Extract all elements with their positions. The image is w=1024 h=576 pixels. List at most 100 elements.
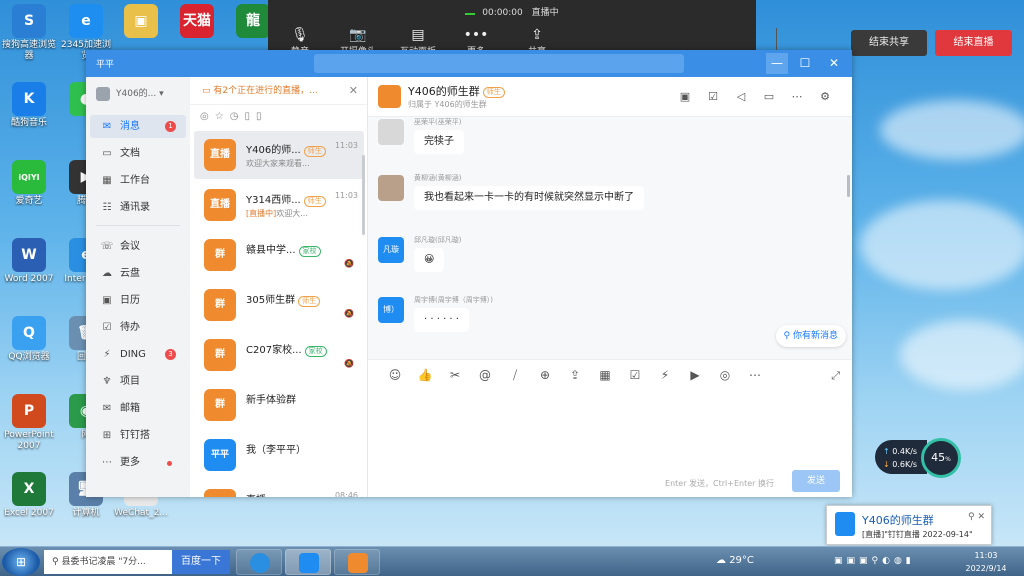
taskbar-dingtalk[interactable] bbox=[285, 549, 331, 575]
close-button[interactable]: ✕ bbox=[823, 53, 845, 74]
weather[interactable]: ☁ 29°C bbox=[716, 555, 754, 566]
announce-icon[interactable]: ◁ bbox=[734, 90, 748, 104]
desktop-icon[interactable]: K 酷狗音乐 bbox=[0, 82, 58, 129]
conversation-item[interactable]: 直播 Y406的师... 师生 11:03 欢迎大家来观看... bbox=[194, 131, 364, 179]
app-icon: 龍 bbox=[236, 4, 270, 38]
star-icon[interactable]: ☆ bbox=[215, 111, 230, 122]
chat-tag: 师生 bbox=[482, 86, 505, 98]
slash-icon[interactable]: ⧸ bbox=[500, 368, 530, 383]
scrollbar[interactable] bbox=[847, 175, 850, 197]
message-bubble[interactable]: 😀 bbox=[414, 248, 445, 272]
taskbar-live[interactable] bbox=[334, 549, 380, 575]
like-icon[interactable]: 👍 bbox=[410, 368, 440, 382]
taskbar-search-input[interactable]: ⚲ 县委书记凌晨 "7分... bbox=[44, 550, 172, 574]
doc-icon[interactable]: ▯ bbox=[244, 111, 256, 122]
desktop-icon[interactable]: ▣ bbox=[112, 4, 170, 40]
nav-item-todo[interactable]: ☑ 待办 bbox=[90, 316, 186, 339]
live-icon[interactable]: ▣ bbox=[678, 90, 692, 104]
nav-item-more[interactable]: ⋯ 更多 bbox=[90, 451, 186, 474]
send-button[interactable]: 发送 bbox=[792, 470, 840, 492]
desktop-icon[interactable]: Q QQ浏览器 bbox=[0, 316, 58, 363]
scrollbar[interactable] bbox=[362, 155, 365, 235]
nav-item-builder[interactable]: ⊞ 钉钉搭 bbox=[90, 424, 186, 447]
sender-avatar[interactable]: 博） bbox=[378, 297, 404, 323]
more-icon[interactable]: ⋯ bbox=[740, 368, 770, 382]
desktop-icon[interactable]: S 搜狗高速浏览器 bbox=[0, 4, 58, 62]
live-notice[interactable]: ▭ 有2个正在进行的直播，... ✕ bbox=[190, 77, 367, 105]
notification-controls[interactable]: ⚲ ✕ bbox=[968, 512, 985, 522]
message-bubble[interactable]: 完犊子 bbox=[414, 130, 464, 154]
new-message-button[interactable]: ⚲ 你有新消息 bbox=[775, 325, 846, 347]
close-icon[interactable]: ✕ bbox=[349, 77, 358, 105]
conversation-time: 11:03 bbox=[334, 191, 358, 200]
conversation-item[interactable]: 直播直播08:46 bbox=[194, 481, 364, 497]
input-toolbar: ☺ 👍 ✂ @ ⧸ ⊕ ⇪ ▦ ☑ ⚡ ▶ ◎ ⋯ bbox=[380, 368, 770, 383]
nav-item-contacts[interactable]: ☷ 通讯录 bbox=[90, 196, 186, 219]
upload-icon[interactable]: ⇪ bbox=[560, 368, 590, 382]
desktop-icon[interactable]: P PowerPoint 2007 bbox=[0, 394, 58, 452]
cloud bbox=[860, 200, 1024, 290]
add-card-icon[interactable]: ⊕ bbox=[530, 368, 560, 382]
clock[interactable]: 11:03 2022/9/14 bbox=[958, 549, 1014, 575]
nav-item-mail[interactable]: ✉ 邮箱 bbox=[90, 397, 186, 420]
todo-icon[interactable]: ☑ bbox=[706, 90, 720, 104]
file-icon[interactable]: ▯ bbox=[256, 111, 268, 122]
nav-item-message[interactable]: ✉ 消息 1 bbox=[90, 115, 186, 138]
ding-icon[interactable]: ⚡ bbox=[650, 368, 680, 382]
folder-icon[interactable]: ▭ bbox=[762, 90, 776, 104]
task-icon[interactable]: ☑ bbox=[620, 368, 650, 382]
scissors-icon[interactable]: ✂ bbox=[440, 368, 470, 382]
desktop-icon[interactable]: X Excel 2007 bbox=[0, 472, 58, 519]
live-notice-text: 有2个正在进行的直播，... bbox=[213, 86, 318, 96]
message-bubble[interactable]: · · · · · · bbox=[414, 308, 469, 332]
system-tray[interactable]: ▣▣▣⚲◐◍▮ bbox=[834, 556, 915, 566]
more-options-icon[interactable]: ⋯ bbox=[790, 90, 804, 104]
user-profile[interactable]: Y406的... ▾ bbox=[96, 86, 164, 101]
end-share-button[interactable]: 结束共享 bbox=[851, 30, 927, 56]
mention-icon[interactable]: @ bbox=[470, 368, 500, 382]
sender-avatar[interactable]: 凡璇 bbox=[378, 237, 404, 263]
expand-icon[interactable]: ⤢ bbox=[831, 369, 840, 383]
calendar-icon[interactable]: ▦ bbox=[590, 368, 620, 382]
sender-avatar[interactable] bbox=[378, 175, 404, 201]
video-icon[interactable]: ▶ bbox=[680, 368, 710, 382]
desktop-icon[interactable]: 天猫 bbox=[168, 4, 226, 40]
desktop-icon[interactable]: iQIYI 爱奇艺 bbox=[0, 160, 58, 207]
chat-title[interactable]: Y406的师生群 师生 bbox=[408, 83, 505, 99]
desktop-icon[interactable]: W Word 2007 bbox=[0, 238, 58, 285]
nav-item-cloud[interactable]: ☁ 云盘 bbox=[90, 262, 186, 285]
avatar bbox=[96, 86, 110, 101]
red-packet-icon[interactable]: ◎ bbox=[710, 368, 740, 382]
nav-item-calendar[interactable]: ▣ 日历 bbox=[90, 289, 186, 312]
at-icon[interactable]: ◎ bbox=[200, 111, 215, 122]
todo-icon: ☑ bbox=[102, 322, 112, 333]
taskbar-ie[interactable] bbox=[236, 549, 282, 575]
history-icon[interactable]: ◷ bbox=[230, 111, 245, 122]
conversation-item[interactable]: 群 C207家校... 家校 🔕 bbox=[194, 331, 364, 379]
conversation-name-text: 新手体验群 bbox=[246, 395, 296, 406]
end-live-button[interactable]: 结束直播 bbox=[935, 30, 1012, 56]
search-bar[interactable] bbox=[314, 54, 684, 73]
message-input-area[interactable]: ☺ 👍 ✂ @ ⧸ ⊕ ⇪ ▦ ☑ ⚡ ▶ ◎ ⋯ ⤢ Enter 发送，Ctrl+Enter 换行 发… bbox=[368, 359, 852, 497]
network-monitor[interactable]: ↑ 0.4K/s ↓ 0.6K/s 45% bbox=[875, 438, 965, 478]
nav-item-workbench[interactable]: ▦ 工作台 bbox=[90, 169, 186, 192]
sender-avatar[interactable] bbox=[378, 119, 404, 145]
conversation-item[interactable]: 群赣县中学... 家校 🔕 bbox=[194, 231, 364, 279]
conversation-item[interactable]: 直播 Y314西师... 师生 11:03 [直播中]欢迎大... bbox=[194, 181, 364, 229]
start-button[interactable]: ⊞ bbox=[2, 548, 40, 576]
nav-item-document[interactable]: ▭ 文档 bbox=[90, 142, 186, 165]
settings-icon[interactable]: ⚙ bbox=[818, 90, 832, 104]
share-screen-icon: ⇪ bbox=[531, 27, 543, 43]
nav-item-project[interactable]: ♆ 项目 bbox=[90, 370, 186, 393]
conversation-item[interactable]: 群新手体验群 bbox=[194, 381, 364, 429]
message-bubble[interactable]: 我也看起来一卡一卡的有时候就突然显示中断了 bbox=[414, 186, 644, 210]
maximize-button[interactable]: ☐ bbox=[794, 53, 816, 74]
baidu-search-button[interactable]: 百度一下 bbox=[172, 550, 230, 574]
conversation-item[interactable]: 群 305师生群 师生 🔕 bbox=[194, 281, 364, 329]
notification-popup[interactable]: Y406的师生群 [直播]"钉钉直播 2022-09-14" ⚲ ✕ bbox=[826, 505, 992, 545]
conversation-item[interactable]: 平平 我（李平平） bbox=[194, 431, 364, 479]
nav-item-ding[interactable]: ⚡ DING 3 bbox=[90, 343, 186, 366]
emoji-icon[interactable]: ☺ bbox=[380, 368, 410, 382]
minimize-button[interactable]: — bbox=[766, 53, 788, 74]
nav-item-meeting[interactable]: ☏ 会议 bbox=[90, 235, 186, 258]
